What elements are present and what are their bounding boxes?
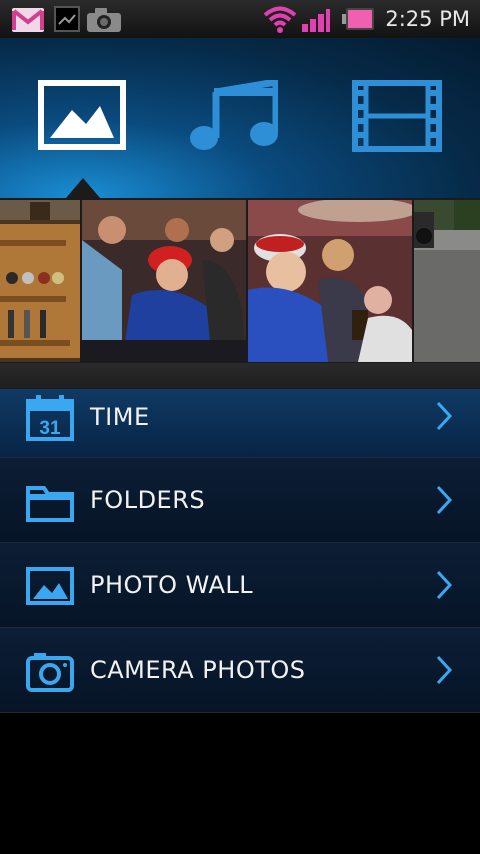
battery-icon: [342, 8, 374, 30]
category-header: [0, 38, 480, 198]
chevron-right-icon: [436, 485, 453, 515]
crowd-photo-1[interactable]: [82, 200, 246, 362]
crowd-photo-2[interactable]: [248, 200, 412, 362]
gallery-menu: 31 TIME FOLDERS PHOTO WALL CAMERA PHOTOS: [0, 389, 480, 713]
gmail-icon: [12, 8, 44, 32]
photos-tab[interactable]: [38, 80, 128, 154]
image-icon: [38, 80, 126, 150]
music-tab[interactable]: [188, 77, 280, 154]
camera-icon: [26, 653, 74, 692]
film-icon: [352, 80, 442, 152]
menu-item-label: PHOTO WALL: [90, 571, 254, 599]
wifi-icon: [263, 6, 297, 33]
menu-item-label: CAMERA PHOTOS: [90, 656, 306, 684]
calendar-number: 31: [39, 418, 61, 439]
music-note-icon: [190, 77, 280, 150]
menu-item-photo-wall[interactable]: PHOTO WALL: [0, 543, 480, 628]
menu-item-label: TIME: [90, 403, 150, 431]
signal-icon: [302, 9, 330, 32]
menu-item-label: FOLDERS: [90, 486, 206, 514]
folder-icon: [26, 486, 74, 522]
menu-item-time[interactable]: 31 TIME: [0, 389, 480, 458]
bottle-rack-photo[interactable]: [0, 200, 80, 362]
notification-icon: [54, 6, 80, 32]
chevron-right-icon: [436, 655, 453, 685]
status-bar: 2:25 PM: [0, 0, 480, 39]
menu-item-folders[interactable]: FOLDERS: [0, 458, 480, 543]
chevron-right-icon: [436, 401, 453, 431]
strip-divider: [0, 363, 480, 389]
chevron-right-icon: [436, 570, 453, 600]
thumbnail-strip[interactable]: [0, 198, 480, 363]
menu-item-camera-photos[interactable]: CAMERA PHOTOS: [0, 628, 480, 713]
outdoor-photo[interactable]: [414, 200, 480, 362]
selected-tab-pointer: [66, 178, 100, 198]
calendar-icon: 31: [26, 395, 74, 441]
status-clock: 2:25 PM: [385, 7, 470, 31]
photo-icon: [26, 567, 74, 605]
camera-icon: [87, 8, 121, 32]
videos-tab[interactable]: [352, 80, 444, 154]
